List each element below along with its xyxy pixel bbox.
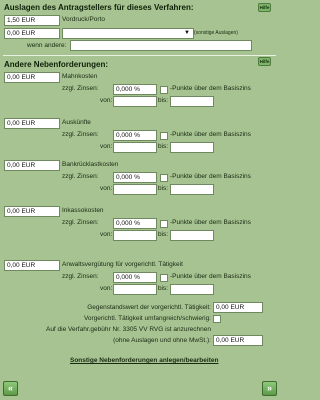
sonstige-auslagen-input[interactable]: 0,00 EUR bbox=[4, 28, 60, 39]
punkte-label: -Punkte über dem Basiszins bbox=[170, 173, 251, 180]
auslagen-title: Auslagen des Antragstellers für dieses V… bbox=[4, 3, 194, 12]
umfangreich-label: Vorgerichtl. Tätigkeit umfangreich/schwi… bbox=[83, 315, 211, 322]
von-label: von: bbox=[100, 143, 113, 150]
bankruecklast-amount-input[interactable]: 0,00 EUR bbox=[4, 160, 60, 171]
wenn-andere-input[interactable] bbox=[70, 40, 252, 51]
bankruecklast-rate-input[interactable]: 0,000 % bbox=[113, 172, 157, 183]
anrechnen-input[interactable]: 0,00 EUR bbox=[213, 335, 263, 346]
porto-label: Vordruck/Porto bbox=[62, 16, 105, 23]
sonstige-nebenforderungen-link[interactable]: Sonstige Nebenforderungen anlegen/bearbe… bbox=[70, 357, 218, 364]
help-button-nebenforderungen[interactable]: Hilfe bbox=[258, 57, 271, 66]
mahnkosten-label: Mahnkosten bbox=[62, 73, 98, 80]
punkte-label: -Punkte über dem Basiszins bbox=[170, 273, 251, 280]
anwalt-rate-input[interactable]: 0,000 % bbox=[113, 272, 157, 283]
anwalt-bis-input[interactable] bbox=[170, 284, 214, 295]
bis-label: bis: bbox=[158, 285, 169, 292]
bis-label: bis: bbox=[158, 143, 169, 150]
von-label: von: bbox=[100, 285, 113, 292]
inkasso-rate-input[interactable]: 0,000 % bbox=[113, 218, 157, 229]
punkte-label: -Punkte über dem Basiszins bbox=[170, 131, 251, 138]
auskuenfte-label: Auskünfte bbox=[62, 119, 91, 126]
sonstige-auslagen-label: (sonstige Auslagen) bbox=[194, 30, 238, 36]
punkte-label: -Punkte über dem Basiszins bbox=[170, 85, 251, 92]
bis-label: bis: bbox=[158, 231, 169, 238]
anwalt-punkte-checkbox[interactable] bbox=[160, 274, 168, 282]
auskuenfte-bis-input[interactable] bbox=[170, 142, 214, 153]
zinsen-label: zzgl. Zinsen: bbox=[62, 173, 99, 180]
mahnkosten-rate-input[interactable]: 0,000 % bbox=[113, 84, 157, 95]
zinsen-label: zzgl. Zinsen: bbox=[62, 131, 99, 138]
bis-label: bis: bbox=[158, 97, 169, 104]
auslagen-dropdown[interactable]: ▼ bbox=[62, 28, 194, 39]
bankruecklast-label: Bankrücklastkosten bbox=[62, 161, 119, 168]
bis-label: bis: bbox=[158, 185, 169, 192]
inkasso-von-input[interactable] bbox=[113, 230, 157, 241]
inkasso-bis-input[interactable] bbox=[170, 230, 214, 241]
anwalt-amount-input[interactable]: 0,00 EUR bbox=[4, 260, 60, 271]
auskuenfte-amount-input[interactable]: 0,00 EUR bbox=[4, 118, 60, 129]
bankruecklast-bis-input[interactable] bbox=[170, 184, 214, 195]
auskuenfte-rate-input[interactable]: 0,000 % bbox=[113, 130, 157, 141]
bankruecklast-punkte-checkbox[interactable] bbox=[160, 174, 168, 182]
inkasso-label: Inkassokosten bbox=[62, 207, 104, 214]
gegenstandswert-label: Gegenstandswert der vorgerichtl. Tätigke… bbox=[87, 304, 211, 311]
von-label: von: bbox=[100, 97, 113, 104]
anwalt-von-input[interactable] bbox=[113, 284, 157, 295]
zinsen-label: zzgl. Zinsen: bbox=[62, 219, 99, 226]
punkte-label: -Punkte über dem Basiszins bbox=[170, 219, 251, 226]
zinsen-label: zzgl. Zinsen: bbox=[62, 273, 99, 280]
anrechnen-sublabel: (ohne Auslagen und ohne MwSt.): bbox=[113, 337, 211, 344]
bankruecklast-von-input[interactable] bbox=[113, 184, 157, 195]
mahnkosten-punkte-checkbox[interactable] bbox=[160, 86, 168, 94]
gegenstandswert-input[interactable]: 0,00 EUR bbox=[213, 302, 263, 313]
von-label: von: bbox=[100, 185, 113, 192]
next-button[interactable]: » bbox=[262, 381, 277, 396]
help-button-auslagen[interactable]: Hilfe bbox=[258, 3, 271, 12]
wenn-andere-label: wenn andere: bbox=[27, 42, 67, 49]
auskuenfte-punkte-checkbox[interactable] bbox=[160, 132, 168, 140]
nebenforderungen-title: Andere Nebenforderungen: bbox=[4, 60, 109, 69]
zinsen-label: zzgl. Zinsen: bbox=[62, 85, 99, 92]
divider bbox=[3, 55, 276, 56]
inkasso-amount-input[interactable]: 0,00 EUR bbox=[4, 206, 60, 217]
umfangreich-checkbox[interactable] bbox=[213, 315, 221, 323]
mahnkosten-von-input[interactable] bbox=[113, 96, 157, 107]
chevron-down-icon: ▼ bbox=[184, 30, 190, 36]
anrechnen-label: Auf die Verfahr.gebühr Nr. 3305 VV RVG i… bbox=[45, 326, 211, 333]
auskuenfte-von-input[interactable] bbox=[113, 142, 157, 153]
back-button[interactable]: « bbox=[3, 381, 18, 396]
mahnkosten-amount-input[interactable]: 0,00 EUR bbox=[4, 72, 60, 83]
double-chevron-left-icon: « bbox=[7, 383, 13, 393]
porto-input[interactable]: 1,50 EUR bbox=[4, 15, 60, 26]
mahnkosten-bis-input[interactable] bbox=[170, 96, 214, 107]
double-chevron-right-icon: » bbox=[266, 383, 272, 393]
von-label: von: bbox=[100, 231, 113, 238]
inkasso-punkte-checkbox[interactable] bbox=[160, 220, 168, 228]
anwalt-label: Anwaltsvergütung für vorgerichtl. Tätigk… bbox=[62, 261, 183, 268]
